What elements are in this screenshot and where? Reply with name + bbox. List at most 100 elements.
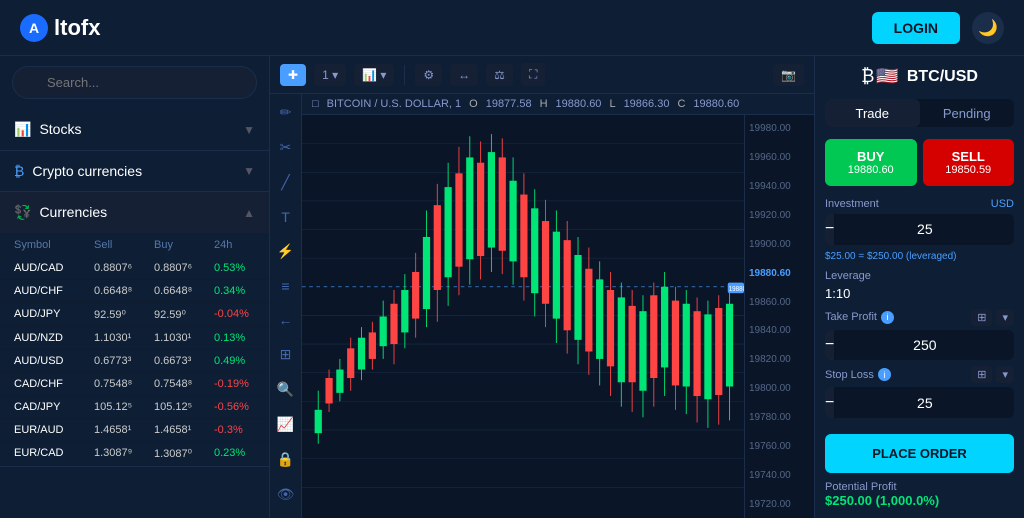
crypto-section: ₿Crypto currencies ▼	[0, 151, 269, 192]
stop-loss-dropdown-button[interactable]: ▾	[996, 366, 1014, 383]
ohlc-high-label: H	[540, 98, 548, 110]
currency-row[interactable]: AUD/NZD 1.1030¹ 1.1030¹ 0.13%	[0, 327, 269, 350]
compare-button[interactable]: ↔	[450, 64, 478, 86]
ohlc-open-label: O	[469, 98, 478, 110]
tab-pending[interactable]: Pending	[920, 99, 1015, 127]
currency-buy: 0.6673³	[154, 355, 214, 367]
crypto-header[interactable]: ₿Crypto currencies ▼	[0, 151, 269, 191]
take-profit-copy-button[interactable]: ⊞	[971, 309, 992, 326]
chart-pair-icon: □	[312, 98, 319, 110]
price-level: 19960.00	[749, 152, 810, 163]
currency-row[interactable]: AUD/CHF 0.6648⁸ 0.6648⁸ 0.34%	[0, 280, 269, 303]
search-wrap	[12, 66, 257, 99]
currency-change: 0.34%	[214, 285, 264, 297]
zoom-tool[interactable]: 🔍	[275, 379, 296, 400]
fib-tool[interactable]: ≡	[279, 276, 291, 296]
currency-change: -0.3%	[214, 424, 264, 436]
login-button[interactable]: LOGIN	[872, 12, 960, 44]
sell-button[interactable]: SELL 19850.59	[923, 139, 1015, 186]
stocks-section: 📊Stocks ▼	[0, 109, 269, 151]
chart-content: ✏ ✂ ╱ T ⚡ ≡ ← ⊞ 🔍 📈 🔒 👁 ★ 🗑 □ BITCOIN / …	[270, 94, 814, 518]
stop-loss-decrease-button[interactable]: −	[825, 387, 834, 418]
currency-sell: 0.7548⁸	[94, 378, 154, 390]
text-tool[interactable]: T	[279, 207, 292, 227]
currency-symbol: AUD/CAD	[14, 262, 94, 274]
investment-decrease-button[interactable]: −	[825, 214, 834, 245]
indicator-tool[interactable]: 📈	[275, 414, 296, 435]
currency-change: 0.53%	[214, 262, 264, 274]
currency-symbol: AUD/USD	[14, 355, 94, 367]
price-level: 19740.00	[749, 470, 810, 481]
currency-buy: 1.3087⁰	[154, 447, 214, 460]
timeframe-selector[interactable]: 1 ▾	[314, 64, 346, 86]
currency-row[interactable]: EUR/AUD 1.4658¹ 1.4658¹ -0.3%	[0, 419, 269, 442]
currency-row[interactable]: EUR/CAD 1.3087⁹ 1.3087⁰ 0.23%	[0, 442, 269, 466]
price-level: 19900.00	[749, 239, 810, 250]
tab-trade[interactable]: Trade	[825, 99, 920, 127]
place-order-button[interactable]: PLACE ORDER	[825, 434, 1014, 473]
line-tool[interactable]: ╱	[279, 172, 291, 193]
price-level: 19940.00	[749, 181, 810, 192]
screenshot-button[interactable]: 📷	[773, 64, 804, 86]
take-profit-input[interactable]	[834, 337, 1014, 353]
buy-price: 19880.60	[831, 164, 911, 176]
buy-button[interactable]: BUY 19880.60	[825, 139, 917, 186]
chart-type-button[interactable]: 📊 ▾	[354, 64, 394, 86]
col-sell: Sell	[94, 239, 154, 251]
pattern-tool[interactable]: ⊞	[278, 344, 294, 365]
sidebar: 📊Stocks ▼ ₿Crypto currencies ▼ 💱Currenci…	[0, 56, 270, 518]
investment-label: Investment	[825, 198, 879, 210]
currency-sell: 92.59⁰	[94, 308, 154, 321]
currency-sell: 105.12⁵	[94, 401, 154, 413]
currency-symbol: AUD/JPY	[14, 308, 94, 321]
currency-row[interactable]: AUD/JPY 92.59⁰ 92.59⁰ -0.04%	[0, 303, 269, 327]
currency-buy: 92.59⁰	[154, 308, 214, 321]
currency-change: 0.49%	[214, 355, 264, 367]
currency-row[interactable]: CAD/JPY 105.12⁵ 105.12⁵ -0.56%	[0, 396, 269, 419]
eye-tool[interactable]: 👁	[275, 484, 297, 505]
investment-input[interactable]	[834, 221, 1014, 237]
stop-loss-label: Stop Loss i	[825, 368, 891, 381]
balance-button[interactable]: ⚖	[486, 64, 513, 86]
svg-text:19880: 19880	[729, 286, 744, 294]
chart-canvas[interactable]: 19880	[302, 115, 744, 518]
back-tool[interactable]: ←	[277, 310, 295, 330]
ohlc-high: 19880.60	[556, 98, 602, 110]
currency-symbol: EUR/AUD	[14, 424, 94, 436]
buy-label: BUY	[857, 149, 884, 164]
price-level: 19760.00	[749, 441, 810, 452]
potential-profit: Potential Profit $250.00 (1,000.0%)	[825, 481, 1014, 508]
chart-info-bar: □ BITCOIN / U.S. DOLLAR, 1 O 19877.58 H …	[302, 94, 814, 115]
ohlc-close: 19880.60	[693, 98, 739, 110]
currency-sell: 1.4658¹	[94, 424, 154, 436]
potential-profit-value: $250.00 (1,000.0%)	[825, 493, 1014, 508]
currency-row[interactable]: AUD/USD 0.6773³ 0.6673³ 0.49%	[0, 350, 269, 373]
currencies-section: 💱Currencies ▲ Symbol Sell Buy 24h AUD/CA…	[0, 192, 269, 467]
stocks-header[interactable]: 📊Stocks ▼	[0, 109, 269, 150]
stop-loss-input[interactable]	[834, 395, 1014, 411]
crypto-arrow: ▼	[243, 164, 255, 178]
chart-svg: 19880	[302, 115, 744, 518]
settings-button[interactable]: ⚙	[415, 64, 442, 86]
currency-change: -0.04%	[214, 308, 264, 321]
price-axis: 19980.00 19960.00 19940.00 19920.00 1990…	[744, 115, 814, 518]
currency-row[interactable]: CAD/CHF 0.7548⁸ 0.7548⁸ -0.19%	[0, 373, 269, 396]
lock-tool[interactable]: 🔒	[275, 449, 296, 470]
stop-loss-copy-button[interactable]: ⊞	[971, 366, 992, 383]
search-input[interactable]	[12, 66, 257, 99]
measure-tool[interactable]: ⚡	[275, 241, 296, 262]
take-profit-decrease-button[interactable]: −	[825, 330, 834, 361]
price-level: 19980.00	[749, 123, 810, 134]
cursor-tool[interactable]: ✏	[278, 102, 294, 123]
theme-toggle-button[interactable]: 🌙	[972, 12, 1004, 44]
potential-profit-label: Potential Profit	[825, 481, 897, 493]
currency-buy: 0.6648⁸	[154, 285, 214, 297]
crypto-label: Crypto currencies	[32, 163, 142, 179]
add-chart-button[interactable]: ✚	[280, 64, 306, 86]
price-level: 19920.00	[749, 210, 810, 221]
currency-row[interactable]: AUD/CAD 0.8807⁶ 0.8807⁶ 0.53%	[0, 257, 269, 280]
fullscreen-button[interactable]: ⛶	[521, 63, 545, 86]
take-profit-dropdown-button[interactable]: ▾	[996, 309, 1014, 326]
crosshair-tool[interactable]: ✂	[278, 137, 294, 158]
currencies-header[interactable]: 💱Currencies ▲	[0, 192, 269, 233]
